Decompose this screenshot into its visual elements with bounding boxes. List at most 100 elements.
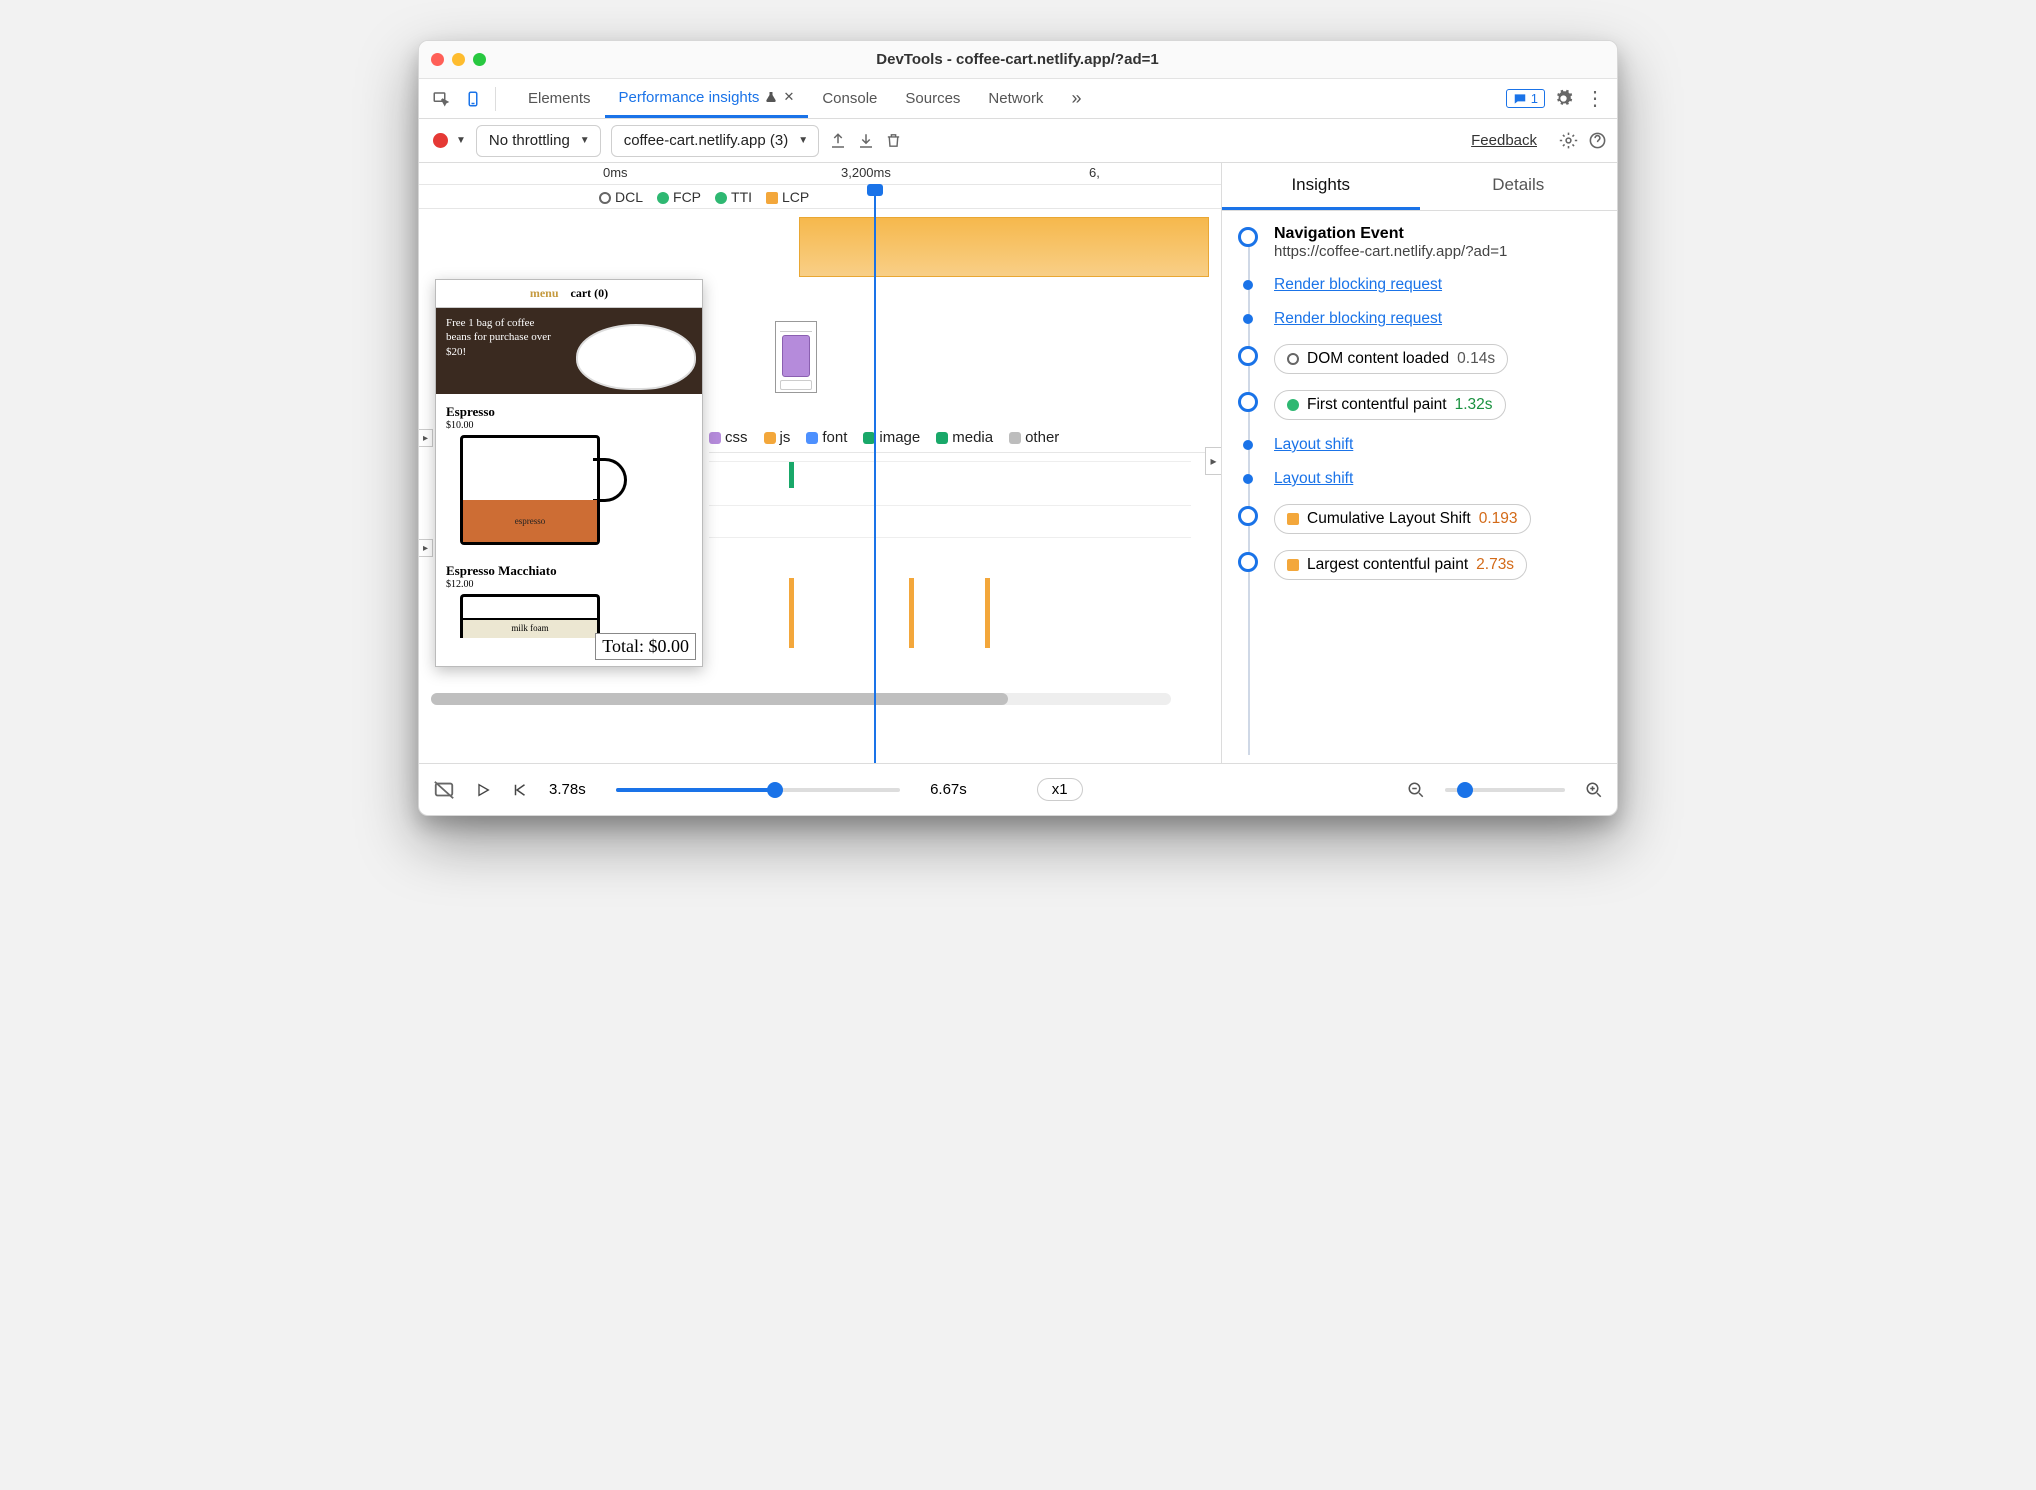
session-label: coffee-cart.netlify.app (3) (624, 132, 789, 149)
nav-event-title: Navigation Event (1274, 225, 1607, 243)
event-layout-shift-1[interactable]: Layout shift (1238, 436, 1607, 454)
zoom-slider[interactable] (1445, 788, 1565, 792)
event-render-block-1[interactable]: Render blocking request (1238, 276, 1607, 294)
tab-performance-insights[interactable]: Performance insights ✕ (605, 79, 809, 118)
flask-icon (765, 90, 777, 104)
insights-body[interactable]: Navigation Event https://coffee-cart.net… (1222, 211, 1617, 763)
horizontal-scrollbar[interactable] (431, 693, 1171, 705)
event-render-block-2[interactable]: Render blocking request (1238, 310, 1607, 328)
filmstrip-thumb[interactable] (775, 321, 817, 393)
row-expand-1[interactable]: ▸ (419, 429, 433, 447)
track-1 (709, 461, 1191, 501)
download-icon[interactable] (857, 132, 875, 150)
legend-css: css (709, 429, 748, 446)
collapse-right-icon[interactable]: ▸ (1205, 447, 1221, 475)
row-expand-2[interactable]: ▸ (419, 539, 433, 557)
render-block-link[interactable]: Render blocking request (1274, 276, 1442, 293)
preview-cart-link: cart (0) (571, 286, 609, 301)
more-icon[interactable]: ⋮ (1581, 85, 1609, 113)
throttling-label: No throttling (489, 132, 570, 149)
metric-value: 2.73s (1476, 556, 1514, 574)
throttling-select[interactable]: No throttling ▼ (476, 125, 601, 157)
upload-icon[interactable] (829, 132, 847, 150)
skip-start-icon[interactable] (511, 781, 529, 799)
marker-tti: TTI (715, 189, 752, 205)
chevron-down-icon: ▼ (580, 135, 590, 146)
metric-markers: DCL FCP TTI LCP (419, 185, 1221, 209)
preview-header: menu cart (0) (436, 280, 702, 308)
fcp-marker-icon (1287, 399, 1299, 411)
panel-settings-icon[interactable] (1559, 131, 1578, 150)
marker-lcp: LCP (766, 189, 809, 205)
track-2 (709, 537, 1191, 657)
marker-fcp: FCP (657, 189, 701, 205)
mug-icon: espresso (460, 435, 600, 545)
layout-shift-link[interactable]: Layout shift (1274, 470, 1353, 487)
zoom-in-icon[interactable] (1585, 781, 1603, 799)
main-thread-block[interactable] (799, 217, 1209, 277)
event-layout-shift-2[interactable]: Layout shift (1238, 470, 1607, 488)
preview-promo: Free 1 bag of coffee beans for purchase … (436, 308, 702, 394)
product-price: $10.00 (446, 420, 692, 431)
close-window-icon[interactable] (431, 53, 444, 66)
chevron-down-icon[interactable]: ▼ (456, 135, 466, 146)
feedback-link[interactable]: Feedback (1471, 132, 1537, 149)
event-navigation[interactable]: Navigation Event https://coffee-cart.net… (1238, 225, 1607, 260)
play-icon[interactable] (475, 782, 491, 798)
coffee-cup-icon (576, 324, 696, 390)
tab-elements[interactable]: Elements (514, 79, 605, 118)
zoom-level[interactable]: x1 (1037, 778, 1083, 801)
minimize-window-icon[interactable] (452, 53, 465, 66)
settings-icon[interactable] (1549, 85, 1577, 113)
session-select[interactable]: coffee-cart.netlify.app (3) ▼ (611, 125, 819, 157)
tab-label: Sources (905, 90, 960, 107)
inspect-icon[interactable] (427, 85, 455, 113)
timeline-pane[interactable]: 0ms 3,200ms 6, DCL FCP TTI LCP ▸ ▸ (419, 163, 1222, 763)
window-title: DevTools - coffee-cart.netlify.app/?ad=1 (486, 51, 1549, 68)
lcp-marker-icon (1287, 559, 1299, 571)
chevron-down-icon: ▼ (798, 135, 808, 146)
preview-product-1: Espresso $10.00 espresso (436, 394, 702, 545)
metric-value: 1.32s (1455, 396, 1493, 414)
tab-details[interactable]: Details (1420, 163, 1618, 210)
playhead[interactable] (874, 187, 876, 763)
insights-pane: Insights Details Navigation Event https:… (1222, 163, 1617, 763)
product-name: Espresso Macchiato (446, 563, 692, 579)
help-icon[interactable] (1588, 131, 1607, 150)
tab-label: Network (988, 90, 1043, 107)
metric-value: 0.193 (1479, 510, 1518, 528)
tab-console[interactable]: Console (808, 79, 891, 118)
layout-shift-link[interactable]: Layout shift (1274, 436, 1353, 453)
mug-fill-label: espresso (463, 500, 597, 542)
replay-off-icon[interactable] (433, 779, 455, 801)
playback-bar: 3.78s 6.67s x1 (419, 763, 1617, 815)
record-icon (433, 133, 448, 148)
devtools-window: DevTools - coffee-cart.netlify.app/?ad=1… (418, 40, 1618, 816)
event-cls[interactable]: Cumulative Layout Shift 0.193 (1238, 504, 1607, 534)
render-block-link[interactable]: Render blocking request (1274, 310, 1442, 327)
event-dcl[interactable]: DOM content loaded 0.14s (1238, 344, 1607, 374)
main-area: 0ms 3,200ms 6, DCL FCP TTI LCP ▸ ▸ (419, 163, 1617, 763)
current-time: 3.78s (549, 781, 586, 798)
close-tab-icon[interactable]: ✕ (783, 89, 794, 105)
metric-label: DOM content loaded (1307, 350, 1449, 368)
event-fcp[interactable]: First contentful paint 1.32s (1238, 390, 1607, 420)
delete-icon[interactable] (885, 132, 902, 149)
time-slider[interactable] (616, 788, 900, 792)
titlebar: DevTools - coffee-cart.netlify.app/?ad=1 (419, 41, 1617, 79)
tab-insights[interactable]: Insights (1222, 163, 1420, 210)
lane-area[interactable]: ▸ ▸ css js font image media other (419, 209, 1221, 709)
record-button[interactable]: ▼ (433, 133, 466, 148)
messages-badge[interactable]: 1 (1506, 89, 1545, 108)
zoom-out-icon[interactable] (1407, 781, 1425, 799)
event-lcp[interactable]: Largest contentful paint 2.73s (1238, 550, 1607, 580)
device-toggle-icon[interactable] (459, 85, 487, 113)
dcl-marker-icon (1287, 353, 1299, 365)
product-name: Espresso (446, 404, 692, 420)
tab-network[interactable]: Network (974, 79, 1057, 118)
tab-sources[interactable]: Sources (891, 79, 974, 118)
nav-event-url: https://coffee-cart.netlify.app/?ad=1 (1274, 243, 1607, 260)
resource-legend: css js font image media other (709, 429, 1211, 453)
tabs-overflow-icon[interactable]: » (1057, 79, 1095, 118)
maximize-window-icon[interactable] (473, 53, 486, 66)
